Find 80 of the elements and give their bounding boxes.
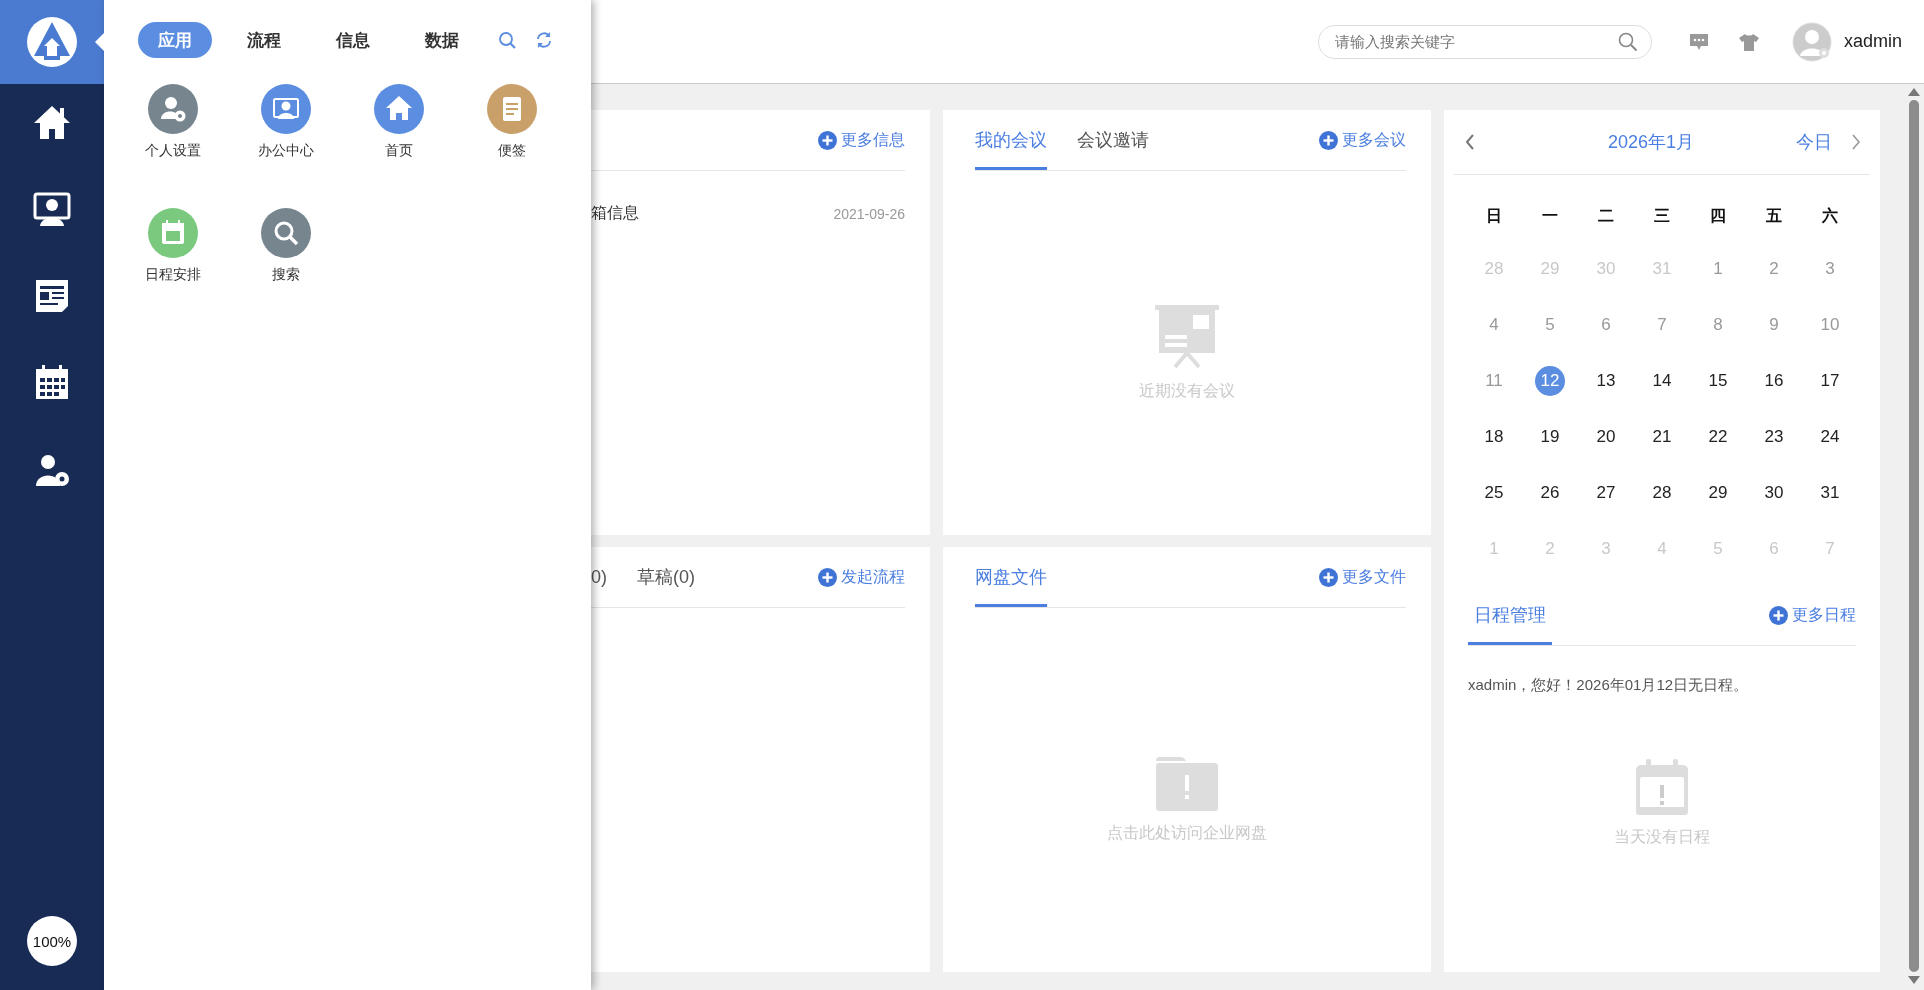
calendar-day[interactable]: 30 — [1759, 478, 1789, 508]
scrollbar[interactable] — [1904, 84, 1924, 990]
plus-circle-icon — [818, 130, 837, 150]
app-launcher[interactable]: 搜索 — [229, 208, 342, 284]
message-title[interactable]: 箱信息 — [591, 203, 639, 224]
calendar-day[interactable]: 28 — [1647, 478, 1677, 508]
weekday-label: 三 — [1653, 205, 1671, 226]
calendar-icon — [147, 208, 198, 258]
plus-circle-icon — [1319, 130, 1338, 150]
calendar-day[interactable]: 19 — [1535, 422, 1565, 452]
calendar-day[interactable]: 15 — [1703, 366, 1733, 396]
plus-circle-icon — [1769, 605, 1788, 625]
today-link[interactable]: 今日 — [1796, 130, 1832, 154]
app-launcher[interactable]: 办公中心 — [229, 84, 342, 160]
app-launcher[interactable]: 便签 — [455, 84, 568, 160]
calendar-day[interactable]: 14 — [1647, 366, 1677, 396]
calendar-day[interactable]: 21 — [1647, 422, 1677, 452]
weekday-label: 五 — [1765, 205, 1783, 226]
panel-tab[interactable]: 0) — [591, 547, 607, 607]
more-link[interactable]: 发起流程 — [818, 547, 905, 607]
search-icon[interactable] — [1617, 31, 1638, 52]
user-name[interactable]: xadmin — [1843, 31, 1902, 52]
calendar-day[interactable]: 27 — [1591, 478, 1621, 508]
more-link[interactable]: 更多会议 — [1319, 110, 1406, 170]
calendar-day[interactable]: 29 — [1703, 478, 1733, 508]
calendar-day[interactable]: 24 — [1815, 422, 1845, 452]
calendar-day[interactable]: 13 — [1591, 366, 1621, 396]
calendar-day[interactable]: 26 — [1535, 478, 1565, 508]
calendar-day[interactable]: 25 — [1479, 478, 1509, 508]
message-date: 2021-09-26 — [833, 205, 905, 222]
weekday-label: 六 — [1821, 205, 1839, 226]
logo-icon — [26, 16, 78, 68]
panel-tab[interactable]: 网盘文件 — [975, 547, 1047, 607]
panel-tab[interactable]: 草稿(0) — [637, 547, 695, 607]
calendar-day[interactable]: 31 — [1815, 478, 1845, 508]
monitor-person-icon[interactable] — [32, 191, 72, 227]
refresh-icon[interactable] — [535, 31, 553, 49]
weekday-label: 四 — [1709, 205, 1727, 226]
weekday-label: 日 — [1485, 205, 1503, 226]
app-launcher[interactable]: 个人设置 — [116, 84, 229, 160]
zoom-level-badge[interactable]: 100% — [27, 916, 77, 966]
calendar-day[interactable]: 22 — [1703, 422, 1733, 452]
monitor-person-icon — [260, 84, 311, 134]
app-launcher[interactable]: 日程安排 — [116, 208, 229, 284]
search-icon — [260, 208, 311, 258]
panel-tab[interactable]: 我的会议 — [975, 110, 1047, 170]
folder-icon — [1156, 756, 1218, 811]
category-tab[interactable]: 信息 — [316, 22, 390, 58]
calendar-day[interactable]: 23 — [1759, 422, 1789, 452]
plus-circle-icon — [1319, 567, 1338, 587]
house-icon — [373, 84, 424, 134]
plus-circle-icon — [818, 567, 837, 587]
calendar-icon — [1636, 759, 1688, 815]
calendar-day[interactable]: 18 — [1479, 422, 1509, 452]
calendar-day[interactable]: 17 — [1815, 366, 1845, 396]
chevron-left-icon[interactable] — [1464, 133, 1476, 151]
category-tab[interactable]: 流程 — [227, 22, 301, 58]
logo-area[interactable] — [0, 0, 104, 84]
calendar-day[interactable]: 20 — [1591, 422, 1621, 452]
weekday-label: 一 — [1541, 205, 1559, 226]
calendar-day[interactable]: 16 — [1759, 366, 1789, 396]
search-icon[interactable] — [498, 31, 516, 49]
notepad-icon — [486, 84, 537, 134]
schedule-message: xadmin，您好！2026年01月12日无日程。 — [1468, 676, 1750, 695]
panel-tab[interactable]: 会议邀请 — [1077, 110, 1149, 170]
home-icon[interactable] — [32, 104, 72, 140]
more-link[interactable]: 更多信息 — [818, 110, 905, 170]
shirt-icon[interactable] — [1737, 31, 1760, 52]
search-field[interactable]: 请输入搜索关键字 — [1317, 24, 1652, 59]
chevron-right-icon[interactable] — [1850, 133, 1862, 151]
chat-icon[interactable] — [1687, 31, 1710, 52]
more-link[interactable]: 更多日程 — [1769, 585, 1856, 645]
more-link[interactable]: 更多文件 — [1319, 547, 1406, 607]
panel-tab[interactable]: 日程管理 — [1468, 585, 1552, 645]
weekday-label: 二 — [1597, 205, 1615, 226]
app-launcher[interactable]: 首页 — [342, 84, 455, 160]
category-tab[interactable]: 数据 — [405, 22, 479, 58]
month-title: 2026年1月 — [1606, 131, 1696, 154]
projector-icon — [1155, 304, 1219, 369]
user-gear-icon — [147, 84, 198, 134]
